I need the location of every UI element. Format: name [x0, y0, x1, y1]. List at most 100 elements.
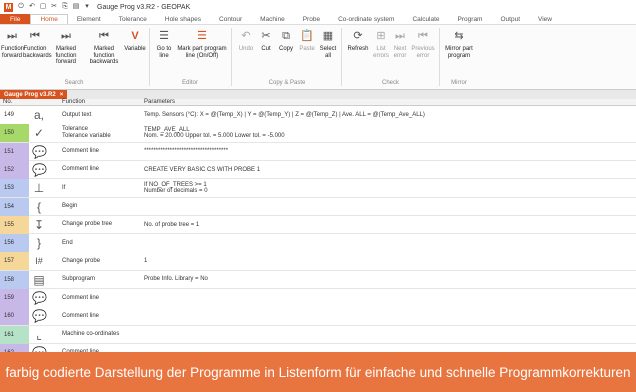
tab-probe[interactable]: Probe [294, 14, 329, 24]
mirror-icon: ⇆ [454, 30, 464, 42]
row-parameters [144, 234, 624, 252]
row-parameters: Temp. Sensors (°C): X = @(Temp_X) | Y = … [144, 106, 624, 124]
row-number: 161 [0, 325, 29, 344]
quick-access-toolbar: ⏻ ↶ ▢ ✂ ⎘ ▤ ▾ [17, 3, 91, 11]
comment-icon: 💬 [32, 309, 47, 324]
column-header-parameters[interactable]: Parameters [144, 99, 175, 106]
machine-coords-icon: ⌞ [36, 327, 42, 342]
row-number: 157 [0, 252, 29, 271]
title-bar: M ⏻ ↶ ▢ ✂ ⎘ ▤ ▾ Gauge Prog v3.R2 - GEOPA… [0, 0, 636, 14]
table-row[interactable]: 150 ✓ Tolerance Tolerance variable TEMP_AVE… [0, 124, 636, 143]
row-number: 160 [0, 307, 29, 326]
variable-icon: V [131, 30, 139, 42]
column-header-no[interactable]: No. [3, 99, 12, 106]
view-quick-icon[interactable]: ▤ [72, 3, 80, 11]
previous-error-button[interactable]: ⏮ Previous error [410, 29, 436, 59]
comment-icon: 💬 [32, 291, 47, 305]
parameter-line: ************************************ [144, 148, 229, 155]
function-forward-button[interactable]: ⏭ Function forward [1, 29, 24, 59]
row-number: 153 [0, 179, 29, 198]
undo-button[interactable]: ↶ Undo [236, 29, 256, 53]
table-row[interactable]: 157 I# Change probe 1 [0, 252, 636, 271]
function-backwards-button[interactable]: ⏮ Function backwards [23, 29, 52, 59]
probe-tree-icon: ↧ [33, 217, 45, 232]
row-function: Comment line [62, 148, 100, 155]
tab-contour[interactable]: Contour [210, 14, 251, 24]
marked-function-backwards-button[interactable]: ⏮ Marked function backwards [85, 29, 123, 66]
tab-machine[interactable]: Machine [251, 14, 294, 24]
if-branch-icon: ⊥ [33, 181, 45, 196]
row-parameters: 1 [144, 252, 624, 270]
dropdown-quick-icon[interactable]: ▾ [83, 3, 91, 11]
row-parameters: No. of probe tree = 1 [144, 216, 624, 234]
refresh-button[interactable]: ⟳ Refresh [345, 29, 371, 53]
marked-function-forward-button[interactable]: ⏭ Marked function forward [48, 29, 84, 66]
select-all-icon: ▦ [322, 30, 334, 42]
document-tab-label: Gauge Prog v3.R2 [4, 91, 56, 98]
tab-tolerance[interactable]: Tolerance [110, 14, 156, 24]
tab-home[interactable]: Home [30, 14, 68, 24]
close-icon[interactable]: × [60, 92, 64, 98]
mirror-part-program-button[interactable]: ⇆ Mirror part program [442, 29, 476, 59]
table-row[interactable]: 152 💬 Comment line CREATE VERY BASIC CS WIT… [0, 160, 636, 180]
window-icon[interactable]: ▢ [39, 3, 47, 11]
power-icon[interactable]: ⏻ [17, 3, 25, 11]
tab-view[interactable]: View [529, 14, 561, 24]
previous-error-icon: ⏮ [418, 30, 428, 42]
table-header: No. Function Parameters [0, 99, 636, 106]
table-row[interactable]: 151 💬 Comment line ************************… [0, 142, 636, 162]
row-parameters: If NO_OF_TREES >= 1 Number of decimals = … [144, 179, 624, 197]
row-number: 159 [0, 289, 29, 307]
row-parameters [144, 307, 624, 325]
tab-calculate[interactable]: Calculate [403, 14, 448, 24]
goto-line-button[interactable]: ☰ Go to line [152, 29, 176, 59]
cut-icon: ✂ [261, 30, 271, 42]
table-row[interactable]: 149 a, Output text Temp. Sensors (°C): X = … [0, 106, 636, 125]
end-brace-icon: } [36, 236, 41, 251]
table-row[interactable]: 154 {Begin [0, 197, 636, 216]
row-function: End [62, 239, 73, 246]
cut-button[interactable]: ✂ Cut [257, 29, 275, 53]
row-number: 152 [0, 160, 29, 179]
document-tab[interactable]: Gauge Prog v3.R2 × [0, 90, 68, 99]
tab-element[interactable]: Element [68, 14, 110, 24]
table-row[interactable]: 155 ↧ Change probe tree No. of probe tree =… [0, 215, 636, 235]
subprogram-icon: ▤ [33, 272, 45, 287]
table-row[interactable]: 153 ⊥ If If NO_OF_TREES >= 1 Number of decim… [0, 179, 636, 198]
copy-button[interactable]: ⧉ Copy [276, 29, 296, 53]
tolerance-icon: ✓ [33, 126, 45, 141]
parameter-line: CREATE VERY BASIC CS WITH PROBE 1 [144, 166, 261, 173]
tab-coordinate-system[interactable]: Co-ordinate system [329, 14, 403, 24]
row-function: Comment line [62, 166, 100, 173]
table-row[interactable]: 160 💬 Comment line [0, 307, 636, 326]
window-title: Gauge Prog v3.R2 - GEOPAK [97, 3, 191, 11]
copy-quick-icon[interactable]: ⎘ [61, 3, 69, 11]
next-error-button[interactable]: ⏭ Next error [391, 29, 409, 59]
comment-icon: 💬 [32, 144, 47, 159]
row-function: If [62, 184, 66, 191]
table-row[interactable]: 158 ▤ Subprogram Probe Info. Library = No [0, 270, 636, 290]
variable-button[interactable]: V Variable [124, 29, 146, 53]
paste-button[interactable]: 📋 Paste [297, 29, 317, 53]
undo-quick-icon[interactable]: ↶ [28, 3, 36, 11]
scissors-quick-icon[interactable]: ✂ [50, 3, 58, 11]
tab-file[interactable]: File [0, 14, 31, 24]
table-row[interactable]: 159 💬 Comment line [0, 289, 636, 308]
column-header-function[interactable]: Function [62, 99, 85, 106]
tab-program[interactable]: Program [449, 14, 492, 24]
row-parameters: TEMP_AVE_ALL Nom. = 20.000 Upper tol. = 5… [144, 124, 624, 142]
row-function: Tolerance Tolerance variable [62, 126, 111, 140]
list-errors-button[interactable]: ⊞ List errors [372, 29, 390, 59]
tab-output[interactable]: Output [491, 14, 529, 24]
group-search-label: Search [64, 80, 84, 86]
table-row[interactable]: 156} End [0, 234, 636, 253]
row-parameters: CREATE VERY BASIC CS WITH PROBE 1 [144, 161, 624, 179]
marked-back-icon: ⏮ [99, 30, 109, 42]
table-row[interactable]: 161 ⌞ Machine co-ordinates [0, 325, 636, 345]
goto-line-icon: ☰ [159, 30, 169, 42]
mark-program-line-button[interactable]: ☰ Mark part program line (On/Off) [177, 29, 227, 59]
row-parameters [144, 326, 624, 344]
select-all-button[interactable]: ▦ Select all [318, 29, 338, 59]
ribbon-separator [149, 28, 150, 86]
tab-hole-shapes[interactable]: Hole shapes [156, 14, 210, 24]
